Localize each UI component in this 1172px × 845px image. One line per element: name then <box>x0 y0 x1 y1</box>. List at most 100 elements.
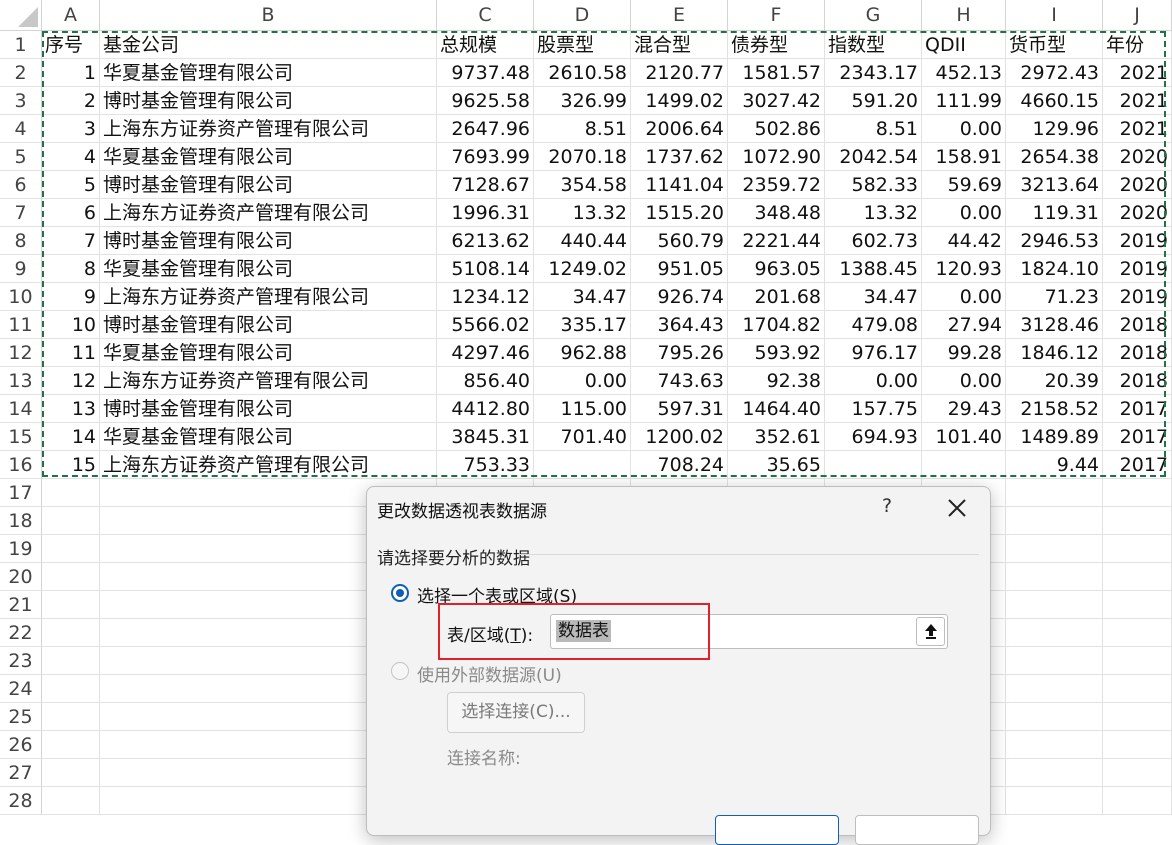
data-cell[interactable]: 2343.17 <box>825 59 922 87</box>
empty-cell[interactable] <box>1103 703 1172 731</box>
data-cell[interactable]: 0.00 <box>922 367 1006 395</box>
data-cell[interactable]: 7128.67 <box>437 171 534 199</box>
header-cell[interactable]: 基金公司 <box>100 31 437 59</box>
data-cell[interactable]: 2120.77 <box>631 59 728 87</box>
data-cell[interactable]: 2020 <box>1103 171 1172 199</box>
empty-cell[interactable] <box>1006 703 1103 731</box>
empty-cell[interactable] <box>1006 619 1103 647</box>
radio-external-source[interactable] <box>391 662 409 680</box>
data-cell[interactable]: 101.40 <box>922 423 1006 451</box>
data-cell[interactable]: 2018 <box>1103 311 1172 339</box>
column-header-f[interactable]: F <box>728 0 825 31</box>
data-cell[interactable]: 1464.40 <box>728 395 825 423</box>
empty-cell[interactable] <box>1006 731 1103 759</box>
row-header[interactable]: 1 <box>0 31 42 59</box>
data-cell[interactable]: 0.00 <box>922 115 1006 143</box>
data-cell[interactable]: 753.33 <box>437 451 534 479</box>
empty-cell[interactable] <box>42 787 100 815</box>
data-cell[interactable]: 1234.12 <box>437 283 534 311</box>
data-cell[interactable]: 29.43 <box>922 395 1006 423</box>
data-cell[interactable]: 348.48 <box>728 199 825 227</box>
column-header-b[interactable]: B <box>100 0 437 31</box>
row-header[interactable]: 3 <box>0 87 42 115</box>
empty-cell[interactable] <box>1103 675 1172 703</box>
data-cell[interactable]: 326.99 <box>534 87 631 115</box>
data-cell[interactable]: 2070.18 <box>534 143 631 171</box>
data-cell[interactable]: 7693.99 <box>437 143 534 171</box>
row-header[interactable]: 14 <box>0 395 42 423</box>
data-cell[interactable]: 华夏基金管理有限公司 <box>100 339 437 367</box>
data-cell[interactable]: 2017 <box>1103 395 1172 423</box>
data-cell[interactable]: 119.31 <box>1006 199 1103 227</box>
row-header[interactable]: 6 <box>0 171 42 199</box>
data-cell[interactable]: 335.17 <box>534 311 631 339</box>
header-cell[interactable]: 货币型 <box>1006 31 1103 59</box>
row-header[interactable]: 2 <box>0 59 42 87</box>
header-cell[interactable]: 总规模 <box>437 31 534 59</box>
data-cell[interactable]: 701.40 <box>534 423 631 451</box>
data-cell[interactable]: 1141.04 <box>631 171 728 199</box>
empty-cell[interactable] <box>42 703 100 731</box>
empty-cell[interactable] <box>42 647 100 675</box>
row-header[interactable]: 5 <box>0 143 42 171</box>
data-cell[interactable]: 71.23 <box>1006 283 1103 311</box>
data-cell[interactable]: 1737.62 <box>631 143 728 171</box>
data-cell[interactable]: 2158.52 <box>1006 395 1103 423</box>
data-cell[interactable]: 92.38 <box>728 367 825 395</box>
row-header[interactable]: 28 <box>0 787 42 815</box>
data-cell[interactable]: 4297.46 <box>437 339 534 367</box>
column-header-j[interactable]: J <box>1103 0 1172 31</box>
data-cell[interactable]: 158.91 <box>922 143 1006 171</box>
data-cell[interactable]: 2018 <box>1103 339 1172 367</box>
data-cell[interactable]: 157.75 <box>825 395 922 423</box>
data-cell[interactable]: 1072.90 <box>728 143 825 171</box>
row-header[interactable]: 4 <box>0 115 42 143</box>
empty-cell[interactable] <box>42 563 100 591</box>
data-cell[interactable]: 上海东方证券资产管理有限公司 <box>100 283 437 311</box>
data-cell[interactable]: 2018 <box>1103 367 1172 395</box>
data-cell[interactable]: 3027.42 <box>728 87 825 115</box>
data-cell[interactable]: 3128.46 <box>1006 311 1103 339</box>
row-header[interactable]: 19 <box>0 535 42 563</box>
data-cell[interactable]: 976.17 <box>825 339 922 367</box>
row-header[interactable]: 11 <box>0 311 42 339</box>
empty-cell[interactable] <box>1006 591 1103 619</box>
header-cell[interactable]: 指数型 <box>825 31 922 59</box>
row-header[interactable]: 20 <box>0 563 42 591</box>
empty-cell[interactable] <box>1103 535 1172 563</box>
data-cell[interactable]: 1388.45 <box>825 255 922 283</box>
data-cell[interactable]: 华夏基金管理有限公司 <box>100 255 437 283</box>
data-cell[interactable]: 2359.72 <box>728 171 825 199</box>
data-cell[interactable]: 111.99 <box>922 87 1006 115</box>
column-header-i[interactable]: I <box>1006 0 1103 31</box>
data-cell[interactable]: 354.58 <box>534 171 631 199</box>
empty-cell[interactable] <box>42 759 100 787</box>
header-cell[interactable]: 序号 <box>42 31 100 59</box>
data-cell[interactable]: 795.26 <box>631 339 728 367</box>
data-cell[interactable]: 5 <box>42 171 100 199</box>
row-header[interactable]: 22 <box>0 619 42 647</box>
data-cell[interactable]: 2972.43 <box>1006 59 1103 87</box>
data-cell[interactable]: 2019 <box>1103 283 1172 311</box>
empty-cell[interactable] <box>1006 563 1103 591</box>
empty-cell[interactable] <box>1006 787 1103 815</box>
empty-cell[interactable] <box>1006 479 1103 507</box>
data-cell[interactable]: 2017 <box>1103 451 1172 479</box>
header-cell[interactable]: 年份 <box>1103 31 1172 59</box>
row-header[interactable]: 18 <box>0 507 42 535</box>
data-cell[interactable]: 9 <box>42 283 100 311</box>
data-cell[interactable]: 1704.82 <box>728 311 825 339</box>
data-cell[interactable]: 560.79 <box>631 227 728 255</box>
data-cell[interactable]: 99.28 <box>922 339 1006 367</box>
data-cell[interactable]: 597.31 <box>631 395 728 423</box>
data-cell[interactable]: 2654.38 <box>1006 143 1103 171</box>
data-cell[interactable]: 582.33 <box>825 171 922 199</box>
data-cell[interactable]: 34.47 <box>534 283 631 311</box>
data-cell[interactable]: 27.94 <box>922 311 1006 339</box>
data-cell[interactable]: 博时基金管理有限公司 <box>100 87 437 115</box>
row-header[interactable]: 26 <box>0 731 42 759</box>
empty-cell[interactable] <box>1006 507 1103 535</box>
data-cell[interactable]: 博时基金管理有限公司 <box>100 171 437 199</box>
empty-cell[interactable] <box>1006 759 1103 787</box>
data-cell[interactable]: 593.92 <box>728 339 825 367</box>
